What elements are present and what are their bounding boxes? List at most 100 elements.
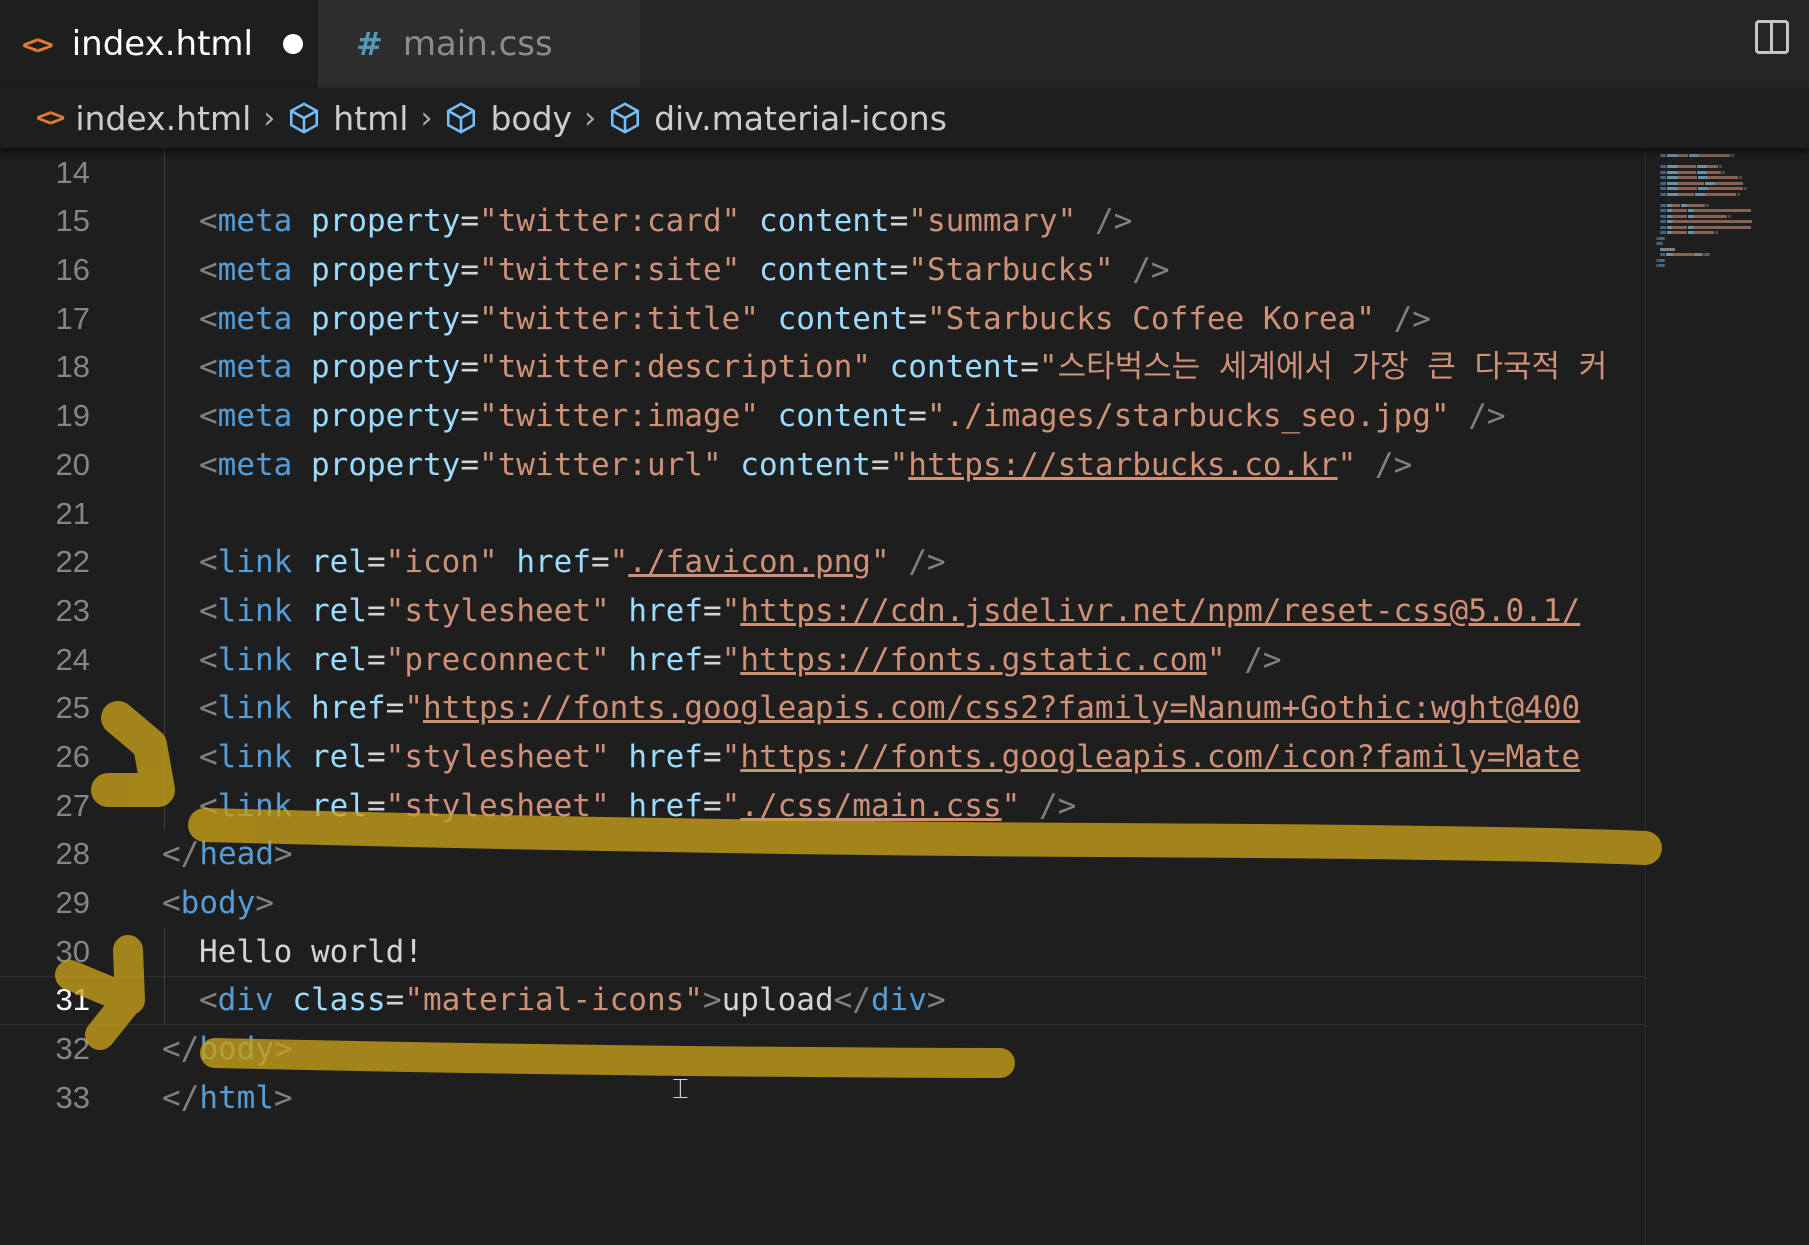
code-token: link <box>217 787 293 824</box>
minimap-token <box>1737 192 1740 196</box>
code-token: property <box>311 252 461 289</box>
minimap-token <box>1664 236 1665 240</box>
cube-icon <box>290 102 319 134</box>
code-token: "Starbucks Coffee Korea" <box>926 300 1375 337</box>
code-token: = <box>460 300 479 337</box>
code-token: " <box>609 544 629 581</box>
minimap[interactable] <box>1645 148 1809 1245</box>
code-token: /> <box>1374 446 1413 483</box>
code-token: " <box>721 738 741 775</box>
minimap-token <box>1661 225 1666 229</box>
minimap-token <box>1667 187 1677 190</box>
chevron-right-icon: › <box>420 100 433 136</box>
code-text: <meta property="twitter:card" content="s… <box>199 197 1132 246</box>
code-token: href <box>628 787 703 824</box>
code-line[interactable]: 27 <link rel="stylesheet" href="./css/mai… <box>0 781 1645 831</box>
code-line[interactable]: 19 <meta property="twitter:image" content… <box>0 392 1645 441</box>
code-line[interactable]: 15 <meta property="twitter:card" content=… <box>0 197 1645 246</box>
code-line[interactable]: 14 <box>0 148 1645 198</box>
code-line[interactable]: 28 </head> <box>0 830 1645 879</box>
code-token: "icon" <box>385 544 498 581</box>
code-line[interactable]: 25 <link href="https://fonts.googleapis.c… <box>0 684 1645 733</box>
code-line[interactable]: 16 <meta property="twitter:site" content=… <box>0 246 1645 295</box>
code-token: > <box>273 1079 293 1116</box>
breadcrumb-item-div[interactable]: div.material-icons <box>608 99 947 138</box>
code-line[interactable]: 21 <box>0 489 1645 539</box>
code-token: "stylesheet" <box>385 592 610 629</box>
split-editor-icon[interactable] <box>1755 20 1789 54</box>
minimap-token <box>1661 170 1666 174</box>
breadcrumb-item-body[interactable]: body <box>444 99 572 138</box>
code-token: "stylesheet" <box>385 738 610 775</box>
code-token: link <box>217 690 293 727</box>
code-line[interactable]: 26 <link rel="stylesheet" href="https://f… <box>0 732 1645 782</box>
code-token: rel <box>311 544 367 581</box>
minimap-token <box>1678 165 1696 168</box>
minimap-token <box>1697 170 1706 174</box>
line-number: 20 <box>55 446 90 482</box>
code-line[interactable]: 31 <div class="material-icons">upload</di… <box>0 976 1645 1025</box>
minimap-token <box>1678 170 1696 174</box>
code-token: property <box>311 446 461 483</box>
minimap-token <box>1706 192 1735 196</box>
code-token: "twitter:description" <box>478 349 871 386</box>
breadcrumb: <> index.html › html › body › div.materi… <box>0 88 1809 148</box>
minimap-token <box>1661 209 1666 212</box>
breadcrumb-file[interactable]: <> index.html <box>36 99 251 138</box>
code-line[interactable]: 17 <meta property="twitter:title" content… <box>0 294 1645 344</box>
code-token: </ <box>833 982 871 1019</box>
code-token: = <box>367 787 386 824</box>
code-token: content <box>889 349 1021 386</box>
code-token: meta <box>217 349 293 386</box>
code-line[interactable]: 24 <link rel="preconnect" href="https://f… <box>0 635 1645 685</box>
minimap-token <box>1722 170 1725 174</box>
breadcrumb-label: html <box>333 98 409 138</box>
css-file-icon: # <box>356 25 383 63</box>
unsaved-dot-icon[interactable] <box>283 34 303 54</box>
minimap-token <box>1744 187 1747 190</box>
code-token: property <box>311 300 461 337</box>
minimap-token <box>1706 203 1709 207</box>
code-token: /> <box>1038 787 1077 824</box>
code-token: https://fonts.googleapis.com/icon?family… <box>740 738 1581 775</box>
line-number: 31 <box>55 982 90 1018</box>
minimap-token <box>1697 165 1706 168</box>
code-text: <link rel="stylesheet" href="https://cdn… <box>199 587 1580 636</box>
code-token: = <box>702 641 722 678</box>
minimap-token <box>1678 154 1688 157</box>
breadcrumb-file-label: index.html <box>75 98 252 138</box>
code-line[interactable]: 20 <meta property="twitter:url" content="… <box>0 440 1645 490</box>
minimap-token <box>1715 231 1718 234</box>
text-cursor-icon: ⌶ <box>672 1072 689 1105</box>
code-token: "stylesheet" <box>385 787 610 824</box>
code-text: </html> <box>162 1074 293 1123</box>
line-number: 14 <box>55 154 90 190</box>
code-token: content <box>777 398 909 435</box>
code-line[interactable]: 33 </html> <box>0 1074 1645 1123</box>
code-line[interactable]: 32 </body> <box>0 1025 1645 1074</box>
minimap-token <box>1672 225 1687 229</box>
code-line[interactable]: 30 Hello world! <box>0 927 1645 977</box>
code-line[interactable]: 22 <link rel="icon" href="./favicon.png" … <box>0 538 1645 587</box>
code-token: " <box>721 592 741 629</box>
code-line[interactable]: 29 <body> <box>0 879 1645 928</box>
minimap-token <box>1667 154 1677 157</box>
code-token: > <box>926 982 946 1019</box>
code-token: /> <box>1244 641 1282 678</box>
tab-main-css[interactable]: # main.css <box>318 0 640 88</box>
code-line[interactable]: 23 <link rel="stylesheet" href="https://c… <box>0 586 1645 636</box>
tab-index-html[interactable]: <> index.html <box>0 0 318 88</box>
minimap-token <box>1678 181 1704 185</box>
breadcrumb-item-html[interactable]: html <box>287 99 408 138</box>
code-editor[interactable]: 13<meta property="og:url" content="https… <box>0 148 1645 1245</box>
code-line[interactable]: 18 <meta property="twitter:description" c… <box>0 343 1645 392</box>
code-token: " <box>721 787 741 824</box>
code-token: </ <box>162 1079 200 1116</box>
